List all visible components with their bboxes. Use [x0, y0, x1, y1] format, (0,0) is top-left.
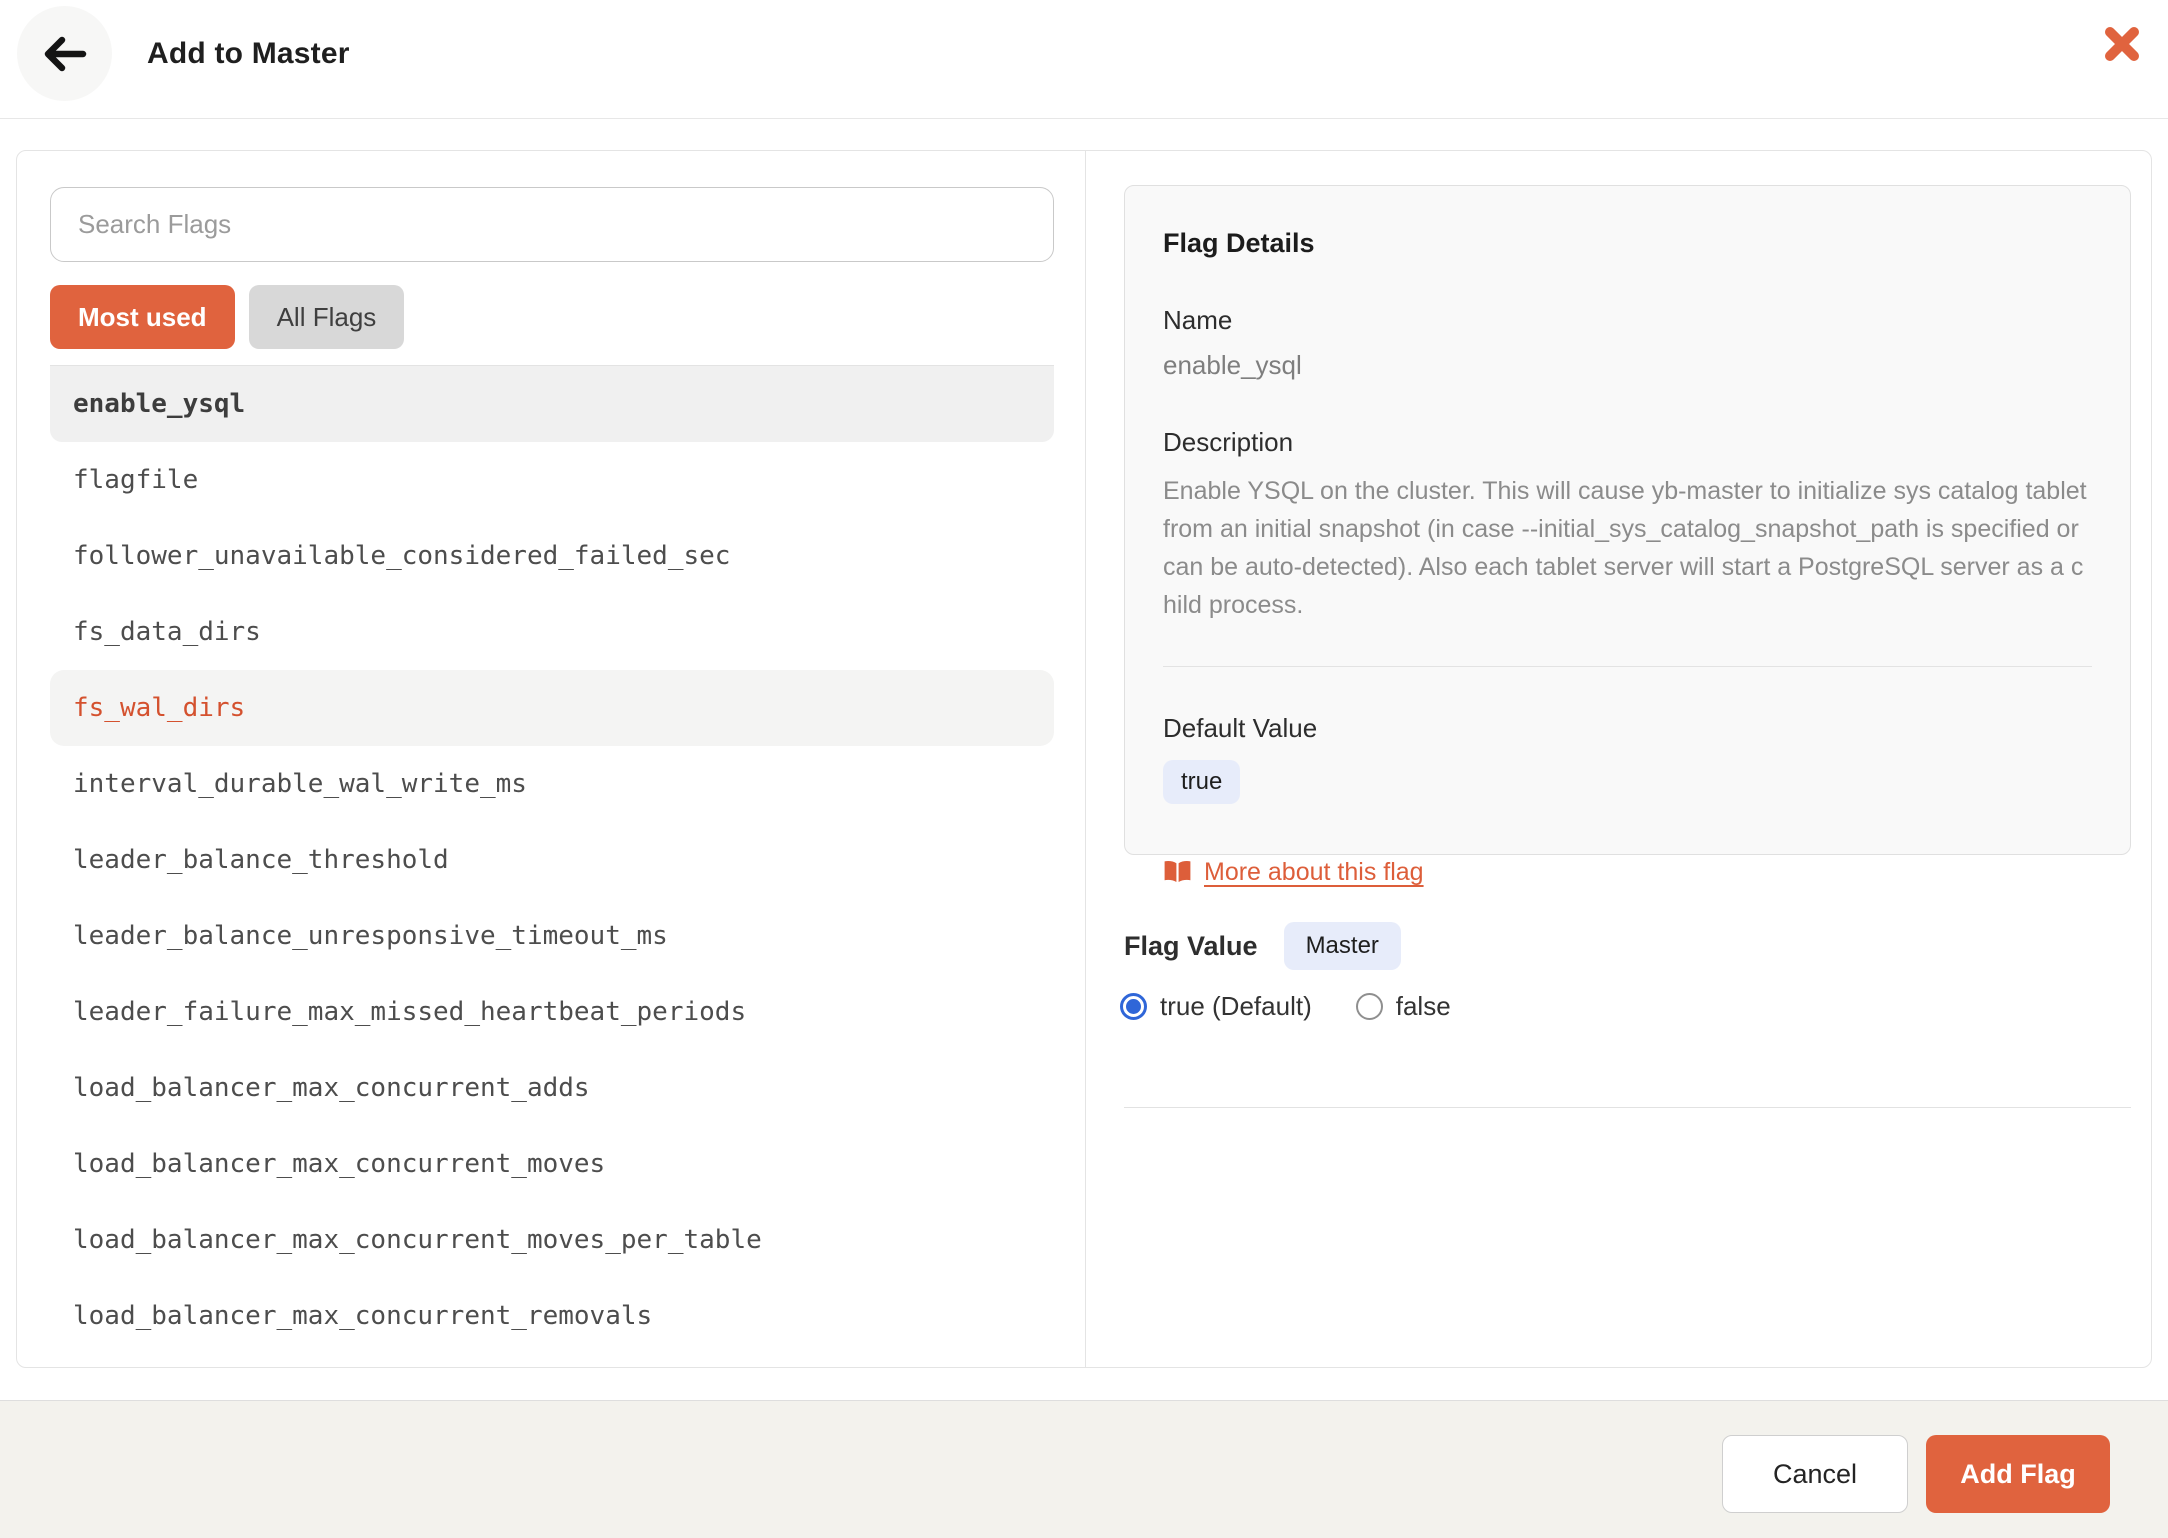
close-button[interactable]	[2100, 22, 2144, 66]
back-button[interactable]	[17, 6, 112, 101]
radio-option-true-label: true (Default)	[1160, 991, 1312, 1022]
default-value-label: Default Value	[1163, 713, 2092, 744]
filter-most-used[interactable]: Most used	[50, 285, 235, 349]
details-divider	[1163, 666, 2092, 667]
cancel-button[interactable]: Cancel	[1722, 1435, 1908, 1513]
flag-row-interval-durable-wal[interactable]: interval_durable_wal_write_ms	[50, 746, 1054, 822]
flag-row-fs-data-dirs[interactable]: fs_data_dirs	[50, 594, 1054, 670]
filter-toggle: Most used All Flags	[50, 285, 404, 349]
close-icon	[2103, 25, 2141, 63]
description-label: Description	[1163, 427, 2092, 458]
flag-row-enable-ysql[interactable]: enable_ysql	[50, 366, 1054, 442]
search-input[interactable]	[50, 187, 1054, 262]
flag-row-fs-wal-dirs[interactable]: fs_wal_dirs	[50, 670, 1054, 746]
page-title: Add to Master	[147, 0, 350, 108]
flag-row-lb-concurrent-moves[interactable]: load_balancer_max_concurrent_moves	[50, 1126, 1054, 1202]
flag-row-flagfile[interactable]: flagfile	[50, 442, 1054, 518]
flag-details-title: Flag Details	[1163, 228, 2092, 259]
add-flag-button[interactable]: Add Flag	[1926, 1435, 2110, 1513]
flag-row-lb-concurrent-removals[interactable]: load_balancer_max_concurrent_removals	[50, 1278, 1054, 1354]
flag-value-label: Flag Value	[1124, 931, 1258, 962]
flag-row-follower-unavailable[interactable]: follower_unavailable_considered_failed_s…	[50, 518, 1054, 594]
radio-unselected-icon	[1356, 993, 1383, 1020]
arrow-left-icon	[42, 36, 88, 72]
flag-row-leader-balance-threshold[interactable]: leader_balance_threshold	[50, 822, 1054, 898]
modal-header: Add to Master	[0, 0, 2168, 119]
radio-option-true[interactable]: true (Default)	[1120, 991, 1312, 1022]
radio-option-false-label: false	[1396, 991, 1451, 1022]
flag-list: enable_ysql flagfile follower_unavailabl…	[50, 365, 1054, 1354]
modal-body: Most used All Flags enable_ysql flagfile…	[16, 150, 2152, 1368]
scope-badge-master: Master	[1284, 922, 1401, 970]
flag-row-leader-failure-heartbeat[interactable]: leader_failure_max_missed_heartbeat_peri…	[50, 974, 1054, 1050]
radio-selected-icon	[1120, 993, 1147, 1020]
flag-row-lb-concurrent-adds[interactable]: load_balancer_max_concurrent_adds	[50, 1050, 1054, 1126]
description-text: Enable YSQL on the cluster. This will ca…	[1163, 472, 2092, 624]
flag-value-divider	[1124, 1107, 2131, 1108]
flag-row-leader-balance-unresponsive[interactable]: leader_balance_unresponsive_timeout_ms	[50, 898, 1054, 974]
open-book-icon	[1163, 860, 1192, 885]
flag-value-options: true (Default) false	[1120, 991, 1451, 1022]
flag-row-lb-moves-per-table[interactable]: load_balancer_max_concurrent_moves_per_t…	[50, 1202, 1054, 1278]
radio-option-false[interactable]: false	[1356, 991, 1451, 1022]
name-label: Name	[1163, 305, 2092, 336]
more-about-flag-link[interactable]: More about this flag	[1163, 858, 1424, 887]
modal-footer: Cancel Add Flag	[0, 1400, 2168, 1538]
flag-details-card: Flag Details Name enable_ysql Descriptio…	[1124, 185, 2131, 855]
flag-value-row: Flag Value Master	[1124, 915, 1401, 977]
default-value-badge: true	[1163, 760, 1240, 804]
filter-all-flags[interactable]: All Flags	[249, 285, 405, 349]
more-about-flag-label: More about this flag	[1204, 858, 1424, 887]
name-value: enable_ysql	[1163, 350, 2092, 381]
details-panel: Flag Details Name enable_ysql Descriptio…	[1086, 151, 2151, 1367]
